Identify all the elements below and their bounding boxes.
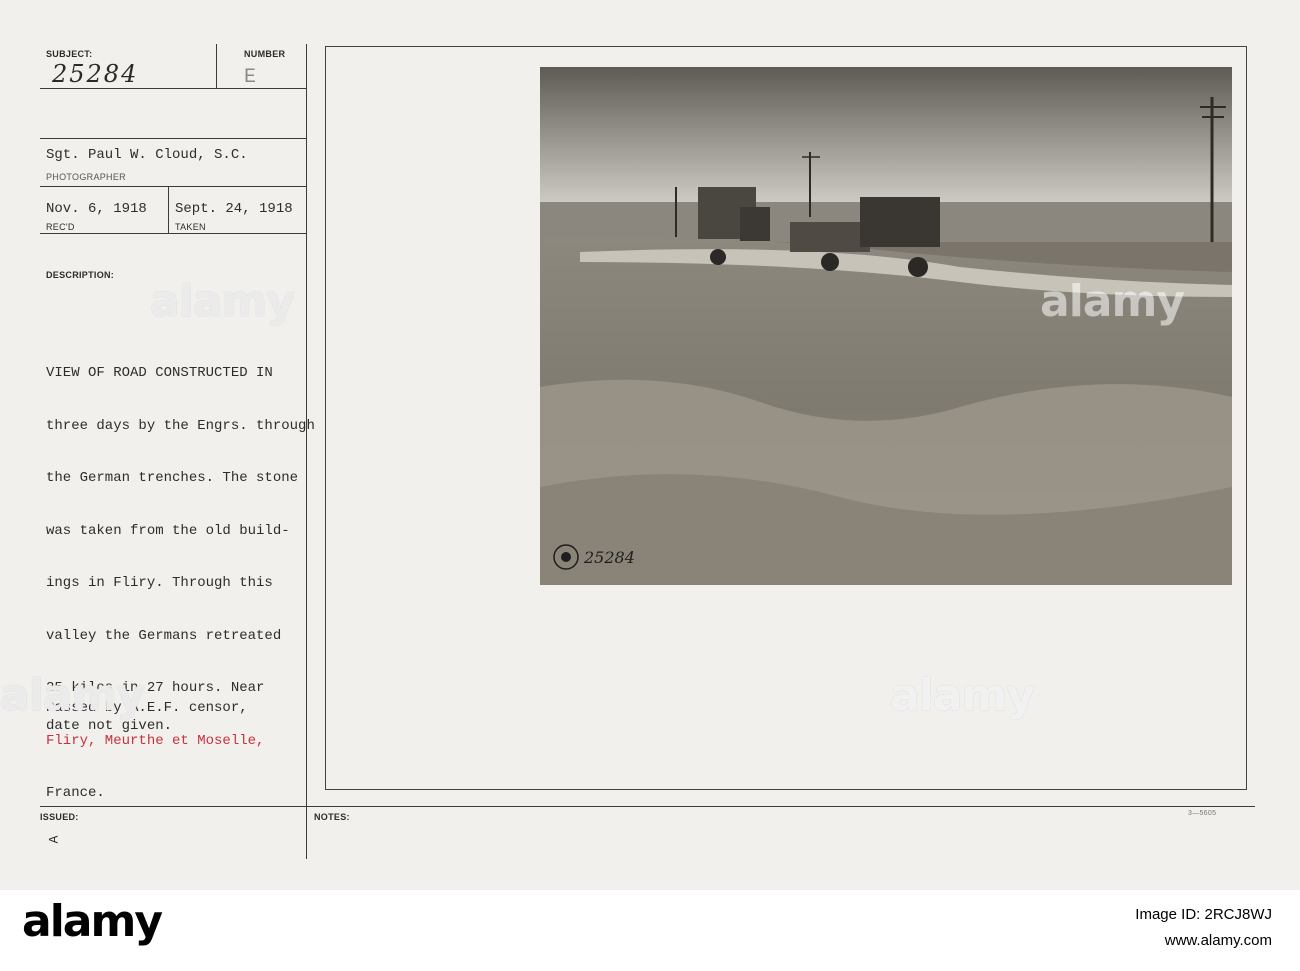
watermark: alamy	[150, 276, 295, 327]
received-label: REC'D	[46, 222, 75, 232]
notes-label: NOTES:	[314, 812, 350, 822]
taken-label: TAKEN	[175, 222, 206, 232]
divider	[40, 186, 306, 187]
watermark: alamy	[890, 670, 1035, 721]
photographer-name: Sgt. Paul W. Cloud, S.C.	[46, 147, 248, 163]
seal-icon	[553, 544, 579, 570]
signal-corps-stamp: 25284	[552, 543, 635, 571]
divider	[216, 44, 217, 89]
footer-meta: Image ID: 2RCJ8WJ www.alamy.com	[1135, 902, 1272, 954]
subject-number: 25284	[52, 60, 139, 88]
form-code: 3—5605	[1188, 810, 1217, 817]
issued-mark: A	[46, 835, 62, 844]
watermark: alamy	[0, 670, 145, 721]
taken-date: Sept. 24, 1918	[175, 201, 293, 217]
footer-bar	[0, 890, 1300, 971]
alamy-logo[interactable]: alamy	[22, 896, 163, 947]
record-card: SUBJECT: 25284 NUMBER E Sgt. Paul W. Clo…	[0, 0, 1300, 890]
site-link[interactable]: www.alamy.com	[1135, 928, 1272, 954]
description-label: DESCRIPTION:	[46, 270, 115, 280]
received-date: Nov. 6, 1918	[46, 201, 147, 217]
divider	[168, 187, 169, 233]
divider	[40, 233, 306, 234]
photographer-label: PHOTOGRAPHER	[46, 172, 126, 182]
watermark: alamy	[1040, 276, 1185, 327]
number-value: E	[244, 66, 257, 89]
issued-label: ISSUED:	[40, 812, 79, 822]
number-label: NUMBER	[244, 49, 286, 59]
divider	[40, 138, 306, 139]
divider	[40, 88, 306, 89]
image-id: Image ID: 2RCJ8WJ	[1135, 906, 1272, 923]
stamp-number: 25284	[584, 547, 635, 567]
subject-label: SUBJECT:	[46, 49, 93, 59]
